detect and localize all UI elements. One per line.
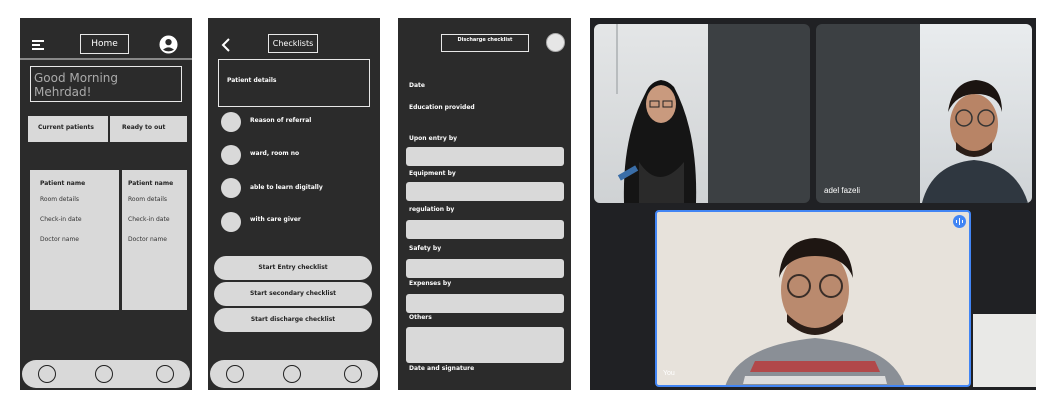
date-signature-label: Date and signature bbox=[409, 365, 475, 372]
others-field[interactable] bbox=[406, 327, 564, 363]
tab-ready-to-out[interactable]: Ready to out bbox=[110, 116, 187, 142]
page-title: Checklists bbox=[268, 34, 318, 53]
nav-button-3[interactable] bbox=[156, 365, 174, 383]
date-label: Date bbox=[409, 82, 425, 89]
discharge-checklist-screen: Discharge checklist Date Education provi… bbox=[398, 18, 571, 390]
start-entry-checklist-button[interactable]: Start Entry checklist bbox=[214, 256, 372, 280]
participant-tile-1[interactable] bbox=[594, 24, 810, 203]
divider bbox=[20, 58, 192, 60]
radio-learn-digitally[interactable] bbox=[221, 178, 241, 198]
video-call-window: adel fazeli You bbox=[590, 18, 1036, 390]
option-label: with care giver bbox=[250, 216, 301, 223]
equipment-field[interactable] bbox=[406, 182, 564, 201]
option-label: Reason of referral bbox=[250, 117, 312, 124]
patient-name: Patient name bbox=[128, 180, 174, 187]
education-label: Education provided bbox=[409, 104, 475, 111]
upon-entry-field[interactable] bbox=[406, 147, 564, 166]
participant-name: adel fazeli bbox=[824, 186, 861, 195]
self-view-tile[interactable]: You bbox=[655, 210, 971, 387]
expenses-label: Expenses by bbox=[409, 280, 452, 287]
patient-card[interactable]: Patient name Room details Check-in date … bbox=[122, 170, 187, 310]
safety-field[interactable] bbox=[406, 259, 564, 278]
check-in-date: Check-in date bbox=[128, 216, 170, 223]
nav-button-3[interactable] bbox=[344, 365, 362, 383]
self-video bbox=[715, 226, 915, 385]
nav-button-1[interactable] bbox=[38, 365, 56, 383]
profile-avatar[interactable] bbox=[546, 33, 565, 52]
greeting-line1: Good Morning bbox=[34, 71, 118, 85]
audio-level-icon bbox=[953, 215, 966, 228]
patient-name: Patient name bbox=[40, 180, 86, 187]
check-in-date: Check-in date bbox=[40, 216, 82, 223]
radio-ward-room[interactable] bbox=[221, 145, 241, 165]
doctor-name: Doctor name bbox=[128, 236, 168, 243]
patient-card[interactable]: Patient name Room details Check-in date … bbox=[30, 170, 119, 310]
tab-current-patients[interactable]: Current patients bbox=[28, 116, 108, 142]
radio-reason-of-referral[interactable] bbox=[221, 112, 241, 132]
doctor-name: Doctor name bbox=[40, 236, 80, 243]
radio-care-giver[interactable] bbox=[221, 212, 241, 232]
expenses-field[interactable] bbox=[406, 294, 564, 313]
participant-1-video bbox=[614, 52, 704, 203]
others-label: Others bbox=[409, 314, 432, 321]
account-circle-icon[interactable] bbox=[159, 35, 178, 54]
bottom-nav bbox=[210, 360, 378, 388]
hamburger-icon[interactable] bbox=[32, 40, 44, 51]
participant-tile-2[interactable]: adel fazeli bbox=[816, 24, 1032, 203]
start-secondary-checklist-button[interactable]: Start secondary checklist bbox=[214, 282, 372, 306]
start-discharge-checklist-button[interactable]: Start discharge checklist bbox=[214, 308, 372, 332]
option-label: ward, room no bbox=[250, 150, 300, 157]
room-details: Room details bbox=[40, 196, 79, 203]
bottom-nav bbox=[22, 360, 190, 388]
equipment-label: Equipment by bbox=[409, 170, 456, 177]
regulation-label: regulation by bbox=[409, 206, 455, 213]
upon-entry-label: Upon entry by bbox=[409, 135, 458, 142]
self-label: You bbox=[663, 370, 675, 377]
patient-details-card[interactable]: Patient details bbox=[218, 59, 370, 107]
chevron-left-icon[interactable] bbox=[220, 38, 232, 52]
room-details: Room details bbox=[128, 196, 167, 203]
participant-2-video bbox=[918, 64, 1032, 203]
side-preview bbox=[973, 314, 1036, 387]
page-title: Discharge checklist bbox=[441, 34, 529, 52]
home-screen: Home Good Morning Mehrdad! Current patie… bbox=[20, 18, 192, 390]
page-title: Home bbox=[80, 34, 129, 54]
checklists-screen: Checklists Patient details Reason of ref… bbox=[208, 18, 380, 390]
nav-button-2[interactable] bbox=[95, 365, 113, 383]
regulation-field[interactable] bbox=[406, 220, 564, 239]
greeting-line2: Mehrdad! bbox=[34, 85, 92, 99]
nav-button-2[interactable] bbox=[283, 365, 301, 383]
option-label: able to learn digitally bbox=[250, 184, 323, 191]
greeting-card: Good Morning Mehrdad! bbox=[30, 66, 182, 102]
safety-label: Safety by bbox=[409, 245, 442, 252]
nav-button-1[interactable] bbox=[226, 365, 244, 383]
